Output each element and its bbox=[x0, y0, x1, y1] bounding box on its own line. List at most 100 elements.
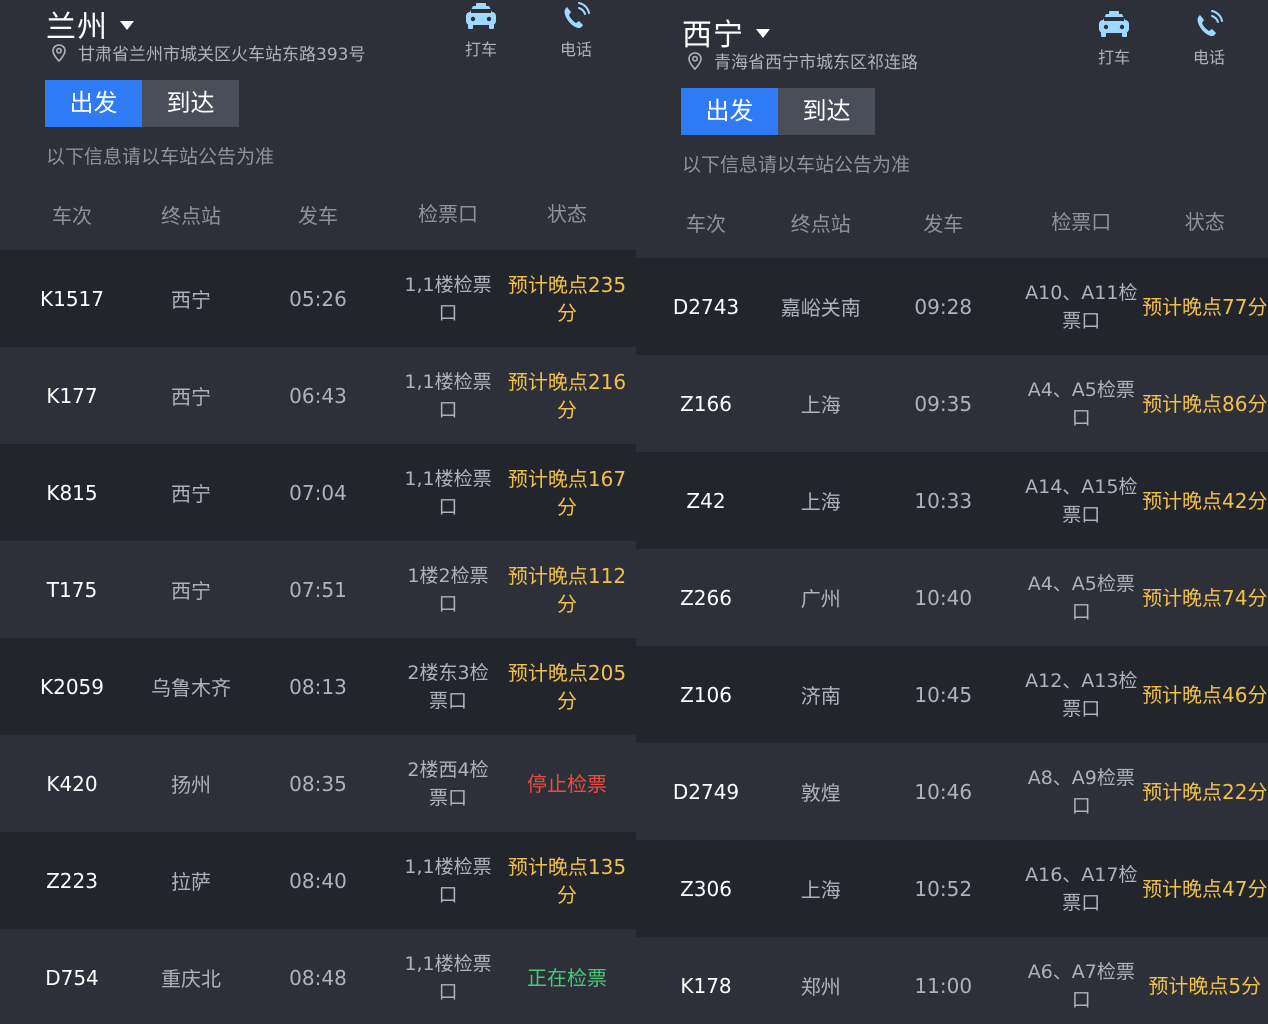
table-row[interactable]: Z266 广州 10:40 A4、A5检票口 预计晚点74分 bbox=[636, 549, 1268, 646]
table-row[interactable]: D754 重庆北 08:48 1,1楼检票口 正在检票 bbox=[0, 929, 636, 1024]
table-row[interactable]: Z306 上海 10:52 A16、A17检票口 预计晚点47分 bbox=[636, 840, 1268, 937]
tab-depart[interactable]: 出发 bbox=[681, 88, 778, 135]
train-status: 预计晚点112分 bbox=[507, 563, 627, 616]
ticket-gate: A4、A5检票口 bbox=[1027, 378, 1135, 429]
table-row[interactable]: Z42 上海 10:33 A14、A15检票口 预计晚点42分 bbox=[636, 452, 1268, 549]
train-number: D754 bbox=[45, 965, 99, 990]
train-number: K177 bbox=[46, 383, 98, 408]
column-header-departure: 发车 bbox=[298, 203, 338, 228]
destination: 广州 bbox=[800, 587, 841, 611]
location-pin-icon bbox=[52, 43, 66, 62]
train-number: Z42 bbox=[686, 488, 726, 513]
train-status: 预计晚点42分 bbox=[1142, 488, 1268, 513]
table-row[interactable]: K1517 西宁 05:26 1,1楼检票口 预计晚点235分 bbox=[0, 250, 636, 347]
train-status: 预计晚点77分 bbox=[1142, 294, 1268, 319]
ticket-gate: A8、A9检票口 bbox=[1027, 766, 1135, 817]
column-header-gate: 检票口 bbox=[418, 202, 478, 226]
table-row[interactable]: D2749 敦煌 10:46 A8、A9检票口 预计晚点22分 bbox=[636, 743, 1268, 840]
direction-toggle: 出发 到达 bbox=[681, 88, 875, 135]
ticket-gate: 1,1楼检票口 bbox=[404, 273, 492, 324]
departure-time: 10:33 bbox=[914, 488, 973, 513]
train-list: D2743 嘉峪关南 09:28 A10、A11检票口 预计晚点77分 Z166 上海 09:… bbox=[636, 258, 1268, 1024]
train-status: 预计晚点235分 bbox=[507, 272, 627, 325]
train-number: Z166 bbox=[680, 391, 732, 416]
train-number: Z306 bbox=[680, 876, 732, 901]
destination: 扬州 bbox=[171, 773, 211, 797]
train-status: 预计晚点74分 bbox=[1142, 585, 1268, 610]
table-row[interactable]: K420 扬州 08:35 2楼西4检票口 停止检票 bbox=[0, 735, 636, 832]
train-list: K1517 西宁 05:26 1,1楼检票口 预计晚点235分 K177 西宁 06:43 1,… bbox=[0, 250, 636, 1024]
destination: 西宁 bbox=[171, 288, 211, 312]
train-number: K2059 bbox=[39, 674, 104, 699]
table-row[interactable]: K815 西宁 07:04 1,1楼检票口 预计晚点167分 bbox=[0, 444, 636, 541]
train-number: D2749 bbox=[672, 779, 740, 804]
destination: 拉萨 bbox=[171, 870, 211, 894]
train-status: 预计晚点135分 bbox=[507, 854, 627, 907]
train-number: Z106 bbox=[680, 682, 732, 707]
station-address: 青海省西宁市城东区祁连路 bbox=[688, 48, 918, 73]
destination: 上海 bbox=[800, 878, 841, 902]
train-number: Z266 bbox=[680, 585, 732, 610]
departure-time: 07:04 bbox=[289, 480, 347, 505]
train-number: Z223 bbox=[46, 868, 98, 893]
notice-text: 以下信息请以车站公告为准 bbox=[682, 154, 911, 176]
ticket-gate: 1楼2检票口 bbox=[407, 564, 489, 615]
phone-label: 电话 bbox=[559, 40, 592, 59]
phone-label: 电话 bbox=[1192, 48, 1225, 67]
ticket-gate: 1,1楼检票口 bbox=[404, 370, 492, 421]
taxi-label: 打车 bbox=[1097, 48, 1130, 67]
ticket-gate: 1,1楼检票口 bbox=[404, 467, 492, 518]
table-row[interactable]: K178 郑州 11:00 A6、A7检票口 预计晚点5分 bbox=[636, 937, 1268, 1024]
taxi-label: 打车 bbox=[464, 40, 497, 59]
destination: 嘉峪关南 bbox=[780, 296, 861, 320]
phone-button[interactable]: 电话 bbox=[546, 2, 606, 60]
destination: 重庆北 bbox=[161, 967, 221, 991]
tab-arrive[interactable]: 到达 bbox=[778, 88, 875, 135]
departure-time: 10:46 bbox=[914, 779, 973, 804]
phone-button[interactable]: 电话 bbox=[1179, 10, 1239, 68]
destination: 乌鲁木齐 bbox=[151, 676, 231, 700]
column-header-status: 状态 bbox=[1184, 210, 1225, 234]
train-status: 预计晚点5分 bbox=[1148, 973, 1262, 998]
column-header-destination: 终点站 bbox=[790, 211, 851, 236]
train-status: 预计晚点205分 bbox=[507, 660, 627, 713]
caret-down-icon bbox=[120, 20, 134, 30]
departure-time: 08:48 bbox=[289, 965, 347, 990]
train-status: 预计晚点22分 bbox=[1142, 779, 1268, 804]
table-row[interactable]: Z106 济南 10:45 A12、A13检票口 预计晚点46分 bbox=[636, 646, 1268, 743]
column-header-departure: 发车 bbox=[923, 211, 964, 236]
train-status: 预计晚点167分 bbox=[507, 466, 627, 519]
table-row[interactable]: K177 西宁 06:43 1,1楼检票口 预计晚点216分 bbox=[0, 347, 636, 444]
table-row[interactable]: Z166 上海 09:35 A4、A5检票口 预计晚点86分 bbox=[636, 355, 1268, 452]
ticket-gate: A4、A5检票口 bbox=[1027, 572, 1135, 623]
taxi-button[interactable]: 打车 bbox=[1084, 10, 1144, 68]
destination: 西宁 bbox=[171, 579, 211, 603]
train-number: K815 bbox=[46, 480, 98, 505]
ticket-gate: A12、A13检票口 bbox=[1025, 669, 1138, 720]
direction-toggle: 出发 到达 bbox=[45, 80, 239, 127]
column-header-status: 状态 bbox=[547, 202, 587, 226]
tab-depart[interactable]: 出发 bbox=[45, 80, 142, 127]
table-row[interactable]: Z223 拉萨 08:40 1,1楼检票口 预计晚点135分 bbox=[0, 832, 636, 929]
ticket-gate: A6、A7检票口 bbox=[1027, 960, 1135, 1011]
ticket-gate: 1,1楼检票口 bbox=[404, 855, 492, 906]
phone-icon bbox=[564, 2, 590, 29]
train-number: D2743 bbox=[672, 294, 740, 319]
train-status: 停止检票 bbox=[527, 771, 607, 796]
departure-time: 06:43 bbox=[289, 383, 347, 408]
departure-time: 08:35 bbox=[289, 771, 347, 796]
taxi-button[interactable]: 打车 bbox=[451, 2, 511, 60]
departure-time: 09:35 bbox=[914, 391, 973, 416]
train-status: 正在检票 bbox=[527, 965, 607, 990]
table-row[interactable]: T175 西宁 07:51 1楼2检票口 预计晚点112分 bbox=[0, 541, 636, 638]
tab-arrive[interactable]: 到达 bbox=[142, 80, 239, 127]
table-row[interactable]: D2743 嘉峪关南 09:28 A10、A11检票口 预计晚点77分 bbox=[636, 258, 1268, 355]
train-status: 预计晚点86分 bbox=[1142, 391, 1268, 416]
column-header-destination: 终点站 bbox=[161, 203, 221, 228]
departure-time: 08:40 bbox=[289, 868, 347, 893]
departure-time: 11:00 bbox=[914, 973, 973, 998]
departure-time: 09:28 bbox=[914, 294, 973, 319]
ticket-gate: A16、A17检票口 bbox=[1025, 863, 1138, 914]
station-address: 甘肃省兰州市城关区火车站东路393号 bbox=[52, 40, 365, 65]
table-row[interactable]: K2059 乌鲁木齐 08:13 2楼东3检票口 预计晚点205分 bbox=[0, 638, 636, 735]
